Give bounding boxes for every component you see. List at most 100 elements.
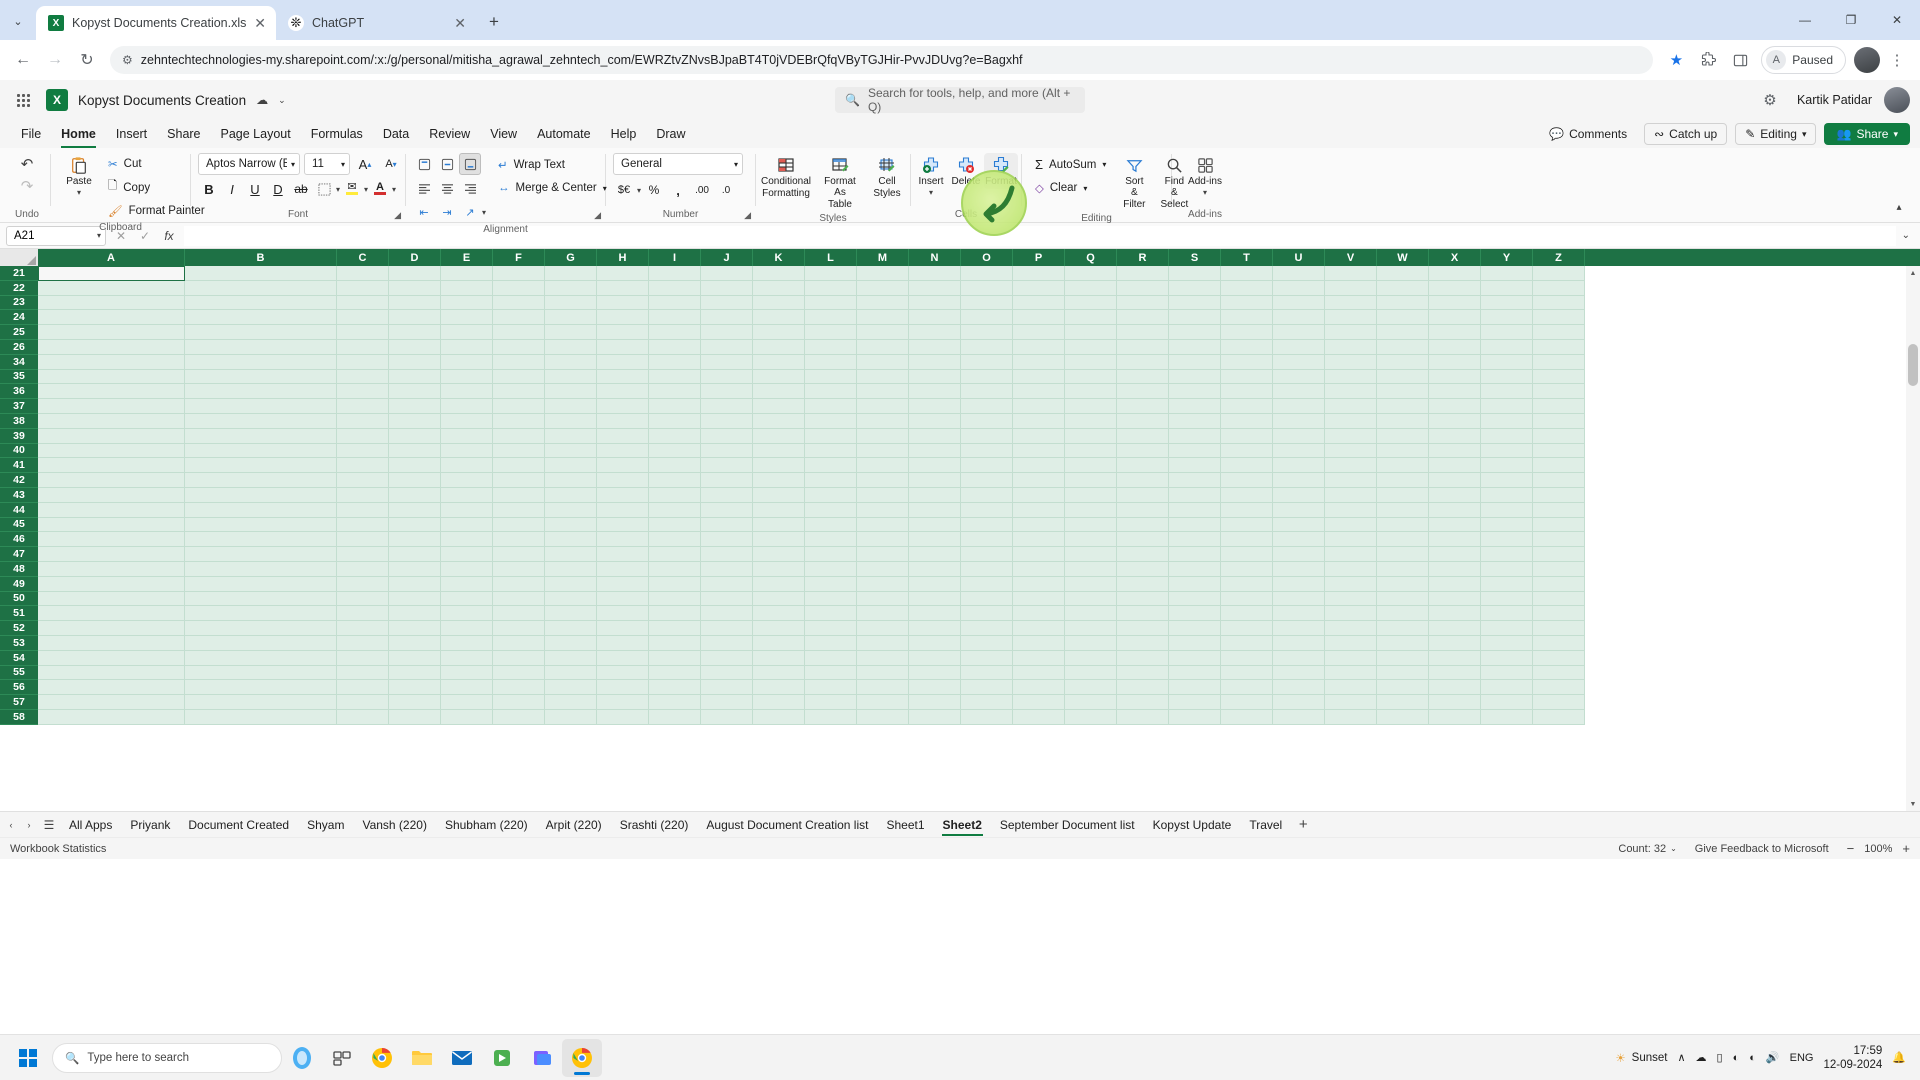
cell-R39[interactable] [1117, 428, 1169, 444]
row-header-37[interactable]: 37 [0, 399, 38, 414]
cell-I43[interactable] [649, 487, 701, 503]
cell-T34[interactable] [1221, 354, 1273, 370]
cell-F56[interactable] [493, 680, 545, 696]
cell-Q52[interactable] [1065, 621, 1117, 636]
insert-cells-button[interactable]: Insert ▾ [914, 153, 948, 199]
cell-W48[interactable] [1377, 561, 1429, 577]
cell-Y34[interactable] [1481, 354, 1533, 370]
zoom-level[interactable]: 100% [1864, 843, 1892, 855]
cell-A47[interactable] [38, 547, 185, 562]
sheet-tab-september-document-list[interactable]: September Document list [991, 814, 1144, 836]
reload-button[interactable]: ↻ [72, 45, 102, 75]
cell-R52[interactable] [1117, 621, 1169, 636]
cell-H51[interactable] [597, 606, 649, 622]
cell-D41[interactable] [389, 458, 441, 474]
cell-J37[interactable] [701, 399, 753, 414]
column-header-E[interactable]: E [441, 249, 493, 266]
cell-E51[interactable] [441, 606, 493, 622]
cell-M48[interactable] [857, 561, 909, 577]
cell-Q22[interactable] [1065, 280, 1117, 296]
cell-R43[interactable] [1117, 487, 1169, 503]
cell-N49[interactable] [909, 576, 961, 592]
top-align-icon[interactable] [413, 153, 435, 175]
cell-P39[interactable] [1013, 428, 1065, 444]
cell-T52[interactable] [1221, 621, 1273, 636]
cell-S57[interactable] [1169, 695, 1221, 710]
row-header-35[interactable]: 35 [0, 369, 38, 385]
cell-P36[interactable] [1013, 384, 1065, 400]
cell-S36[interactable] [1169, 384, 1221, 400]
cell-L37[interactable] [805, 399, 857, 414]
cell-J50[interactable] [701, 591, 753, 607]
cell-Y40[interactable] [1481, 443, 1533, 459]
cell-B34[interactable] [185, 354, 337, 370]
cell-F25[interactable] [493, 325, 545, 340]
cell-B57[interactable] [185, 695, 337, 710]
cell-Y41[interactable] [1481, 458, 1533, 474]
cell-A38[interactable] [38, 413, 185, 429]
cell-H47[interactable] [597, 547, 649, 562]
cell-A58[interactable] [38, 709, 185, 725]
sort-filter-button[interactable]: Sort & Filter [1116, 153, 1152, 212]
cell-A34[interactable] [38, 354, 185, 370]
cell-O39[interactable] [961, 428, 1013, 444]
cell-H43[interactable] [597, 487, 649, 503]
cell-G37[interactable] [545, 399, 597, 414]
row-header-50[interactable]: 50 [0, 591, 38, 607]
cell-T41[interactable] [1221, 458, 1273, 474]
cell-Y48[interactable] [1481, 561, 1533, 577]
cell-S34[interactable] [1169, 354, 1221, 370]
cell-J25[interactable] [701, 325, 753, 340]
cell-X56[interactable] [1429, 680, 1481, 696]
cell-N39[interactable] [909, 428, 961, 444]
cell-N48[interactable] [909, 561, 961, 577]
row-header-57[interactable]: 57 [0, 695, 38, 710]
delete-cells-button[interactable]: Delete [949, 153, 983, 189]
cell-A21[interactable] [38, 266, 185, 281]
cell-J54[interactable] [701, 650, 753, 666]
tab-draw[interactable]: Draw [647, 123, 694, 145]
cell-J53[interactable] [701, 635, 753, 651]
cell-V25[interactable] [1325, 325, 1377, 340]
cell-Y44[interactable] [1481, 502, 1533, 518]
cell-Y56[interactable] [1481, 680, 1533, 696]
cell-W42[interactable] [1377, 473, 1429, 488]
sheet-tab-august-document-creation-list[interactable]: August Document Creation list [697, 814, 877, 836]
cell-K54[interactable] [753, 650, 805, 666]
cell-E52[interactable] [441, 621, 493, 636]
cell-M42[interactable] [857, 473, 909, 488]
cell-V56[interactable] [1325, 680, 1377, 696]
cell-G21[interactable] [545, 266, 597, 281]
cell-N46[interactable] [909, 532, 961, 548]
cell-M58[interactable] [857, 709, 909, 725]
cell-W41[interactable] [1377, 458, 1429, 474]
cell-Y37[interactable] [1481, 399, 1533, 414]
cell-B47[interactable] [185, 547, 337, 562]
cell-I36[interactable] [649, 384, 701, 400]
conditional-formatting-button[interactable]: Conditional Formatting [760, 153, 812, 201]
cell-O53[interactable] [961, 635, 1013, 651]
cell-S21[interactable] [1169, 266, 1221, 281]
cell-X50[interactable] [1429, 591, 1481, 607]
cell-X55[interactable] [1429, 665, 1481, 681]
cell-R36[interactable] [1117, 384, 1169, 400]
cell-E40[interactable] [441, 443, 493, 459]
cell-S55[interactable] [1169, 665, 1221, 681]
cell-W55[interactable] [1377, 665, 1429, 681]
column-header-Q[interactable]: Q [1065, 249, 1117, 266]
cell-R44[interactable] [1117, 502, 1169, 518]
percent-format-button[interactable]: % [643, 179, 665, 201]
cell-Z41[interactable] [1533, 458, 1585, 474]
cell-U58[interactable] [1273, 709, 1325, 725]
cell-C23[interactable] [337, 295, 389, 311]
cell-Y52[interactable] [1481, 621, 1533, 636]
cell-C24[interactable] [337, 310, 389, 326]
cell-F42[interactable] [493, 473, 545, 488]
cell-L52[interactable] [805, 621, 857, 636]
cell-U47[interactable] [1273, 547, 1325, 562]
cell-D36[interactable] [389, 384, 441, 400]
cell-Z24[interactable] [1533, 310, 1585, 326]
taskbar-search-input[interactable]: 🔍 Type here to search [52, 1042, 282, 1073]
cell-I47[interactable] [649, 547, 701, 562]
cell-S52[interactable] [1169, 621, 1221, 636]
